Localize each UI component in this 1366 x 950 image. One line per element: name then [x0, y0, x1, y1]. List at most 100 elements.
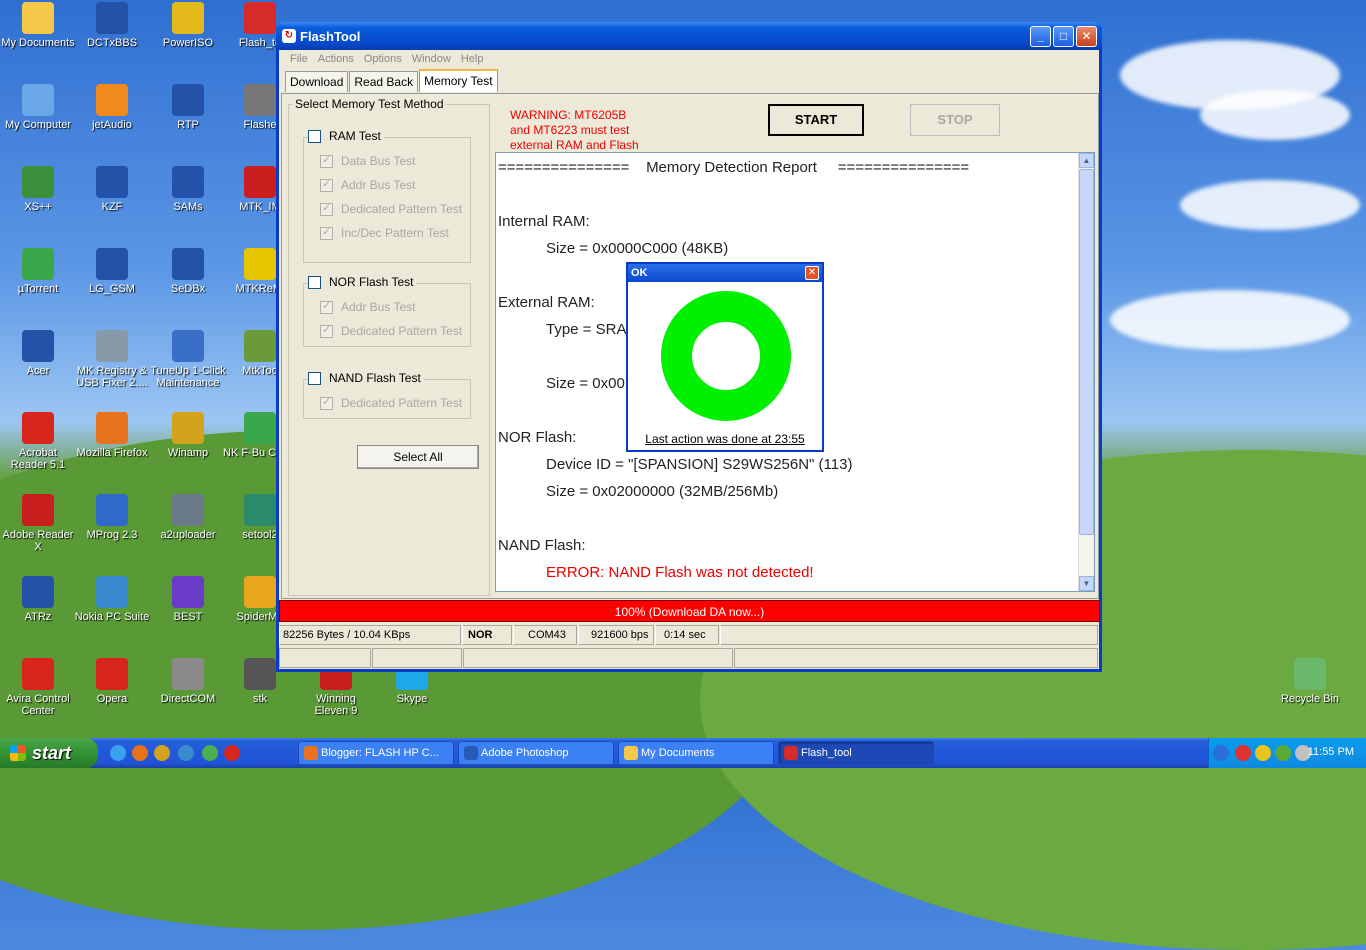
desktop-icon[interactable]: Adobe Reader X	[0, 494, 76, 553]
desktop-icon[interactable]: Acrobat Reader 5.1	[0, 412, 76, 471]
desktop-icon-label: Mozilla Firefox	[76, 447, 148, 459]
desktop-icon[interactable]: Acer	[0, 330, 76, 377]
close-button[interactable]: ✕	[1076, 26, 1097, 47]
scroll-down-arrow-icon[interactable]: ▼	[1079, 576, 1094, 591]
desktop-icon-label: stk	[252, 693, 268, 705]
firefox-quicklaunch-icon[interactable]	[132, 745, 148, 761]
tray-network-icon[interactable]	[1255, 745, 1271, 761]
start-button-taskbar[interactable]: start	[0, 738, 98, 768]
dialog-titlebar[interactable]: OK ✕	[628, 264, 822, 282]
menu-bar: File Actions Options Window Help	[279, 50, 1099, 68]
menu-actions[interactable]: Actions	[313, 50, 359, 68]
report-scrollbar[interactable]: ▲ ▼	[1078, 153, 1094, 591]
status-bar: 82256 Bytes / 10.04 KBps NOR COM43 92160…	[279, 625, 1100, 647]
menu-window[interactable]: Window	[407, 50, 456, 68]
warning-text: WARNING: MT6205B and MT6223 must test ex…	[510, 108, 639, 153]
desktop-icon-label: PowerISO	[162, 37, 214, 49]
desktop-icon[interactable]: My Computer	[0, 84, 76, 131]
task-app-icon	[464, 746, 478, 760]
chrome-quicklaunch-icon[interactable]	[202, 745, 218, 761]
desktop-icon[interactable]: Winamp	[150, 412, 226, 459]
desktop-icon[interactable]: XS++	[0, 166, 76, 213]
tray-security-icon[interactable]	[1235, 745, 1251, 761]
desktop-icon[interactable]: TuneUp 1-Click Maintenance	[150, 330, 226, 389]
desktop-icon[interactable]: LG_GSM	[74, 248, 150, 295]
taskbar-task-button[interactable]: My Documents	[618, 741, 774, 765]
menu-help[interactable]: Help	[456, 50, 489, 68]
nor-dedicated-pattern-test-option: Dedicated Pattern Test	[320, 323, 462, 338]
dedicated-pattern-test-label: Dedicated Pattern Test	[341, 202, 463, 216]
ie-quicklaunch-icon[interactable]	[110, 745, 126, 761]
desktop-icon[interactable]: KZF	[74, 166, 150, 213]
desktop-icon[interactable]: ATRz	[0, 576, 76, 623]
desktop-icon[interactable]: DirectCOM	[150, 658, 226, 705]
desktop-icon[interactable]: MK Registry & USB Fixer 2....	[74, 330, 150, 389]
menu-file[interactable]: File	[285, 50, 313, 68]
status-extra	[720, 625, 1098, 645]
tab-download[interactable]: Download	[285, 71, 349, 92]
ram-test-checkbox-row[interactable]: RAM Test	[308, 129, 384, 143]
desktop-icon[interactable]: Nokia PC Suite	[74, 576, 150, 623]
tray-arrow-icon[interactable]	[1213, 745, 1229, 761]
window-titlebar[interactable]: ↻ FlashTool _ □ ✕	[276, 22, 1102, 50]
desktop-icon-label: Recycle Bin	[1280, 693, 1340, 705]
desktop-icon[interactable]: Opera	[74, 658, 150, 705]
taskbar-task-button[interactable]: Blogger: FLASH HP C...	[298, 741, 454, 765]
winamp-quicklaunch-icon[interactable]	[154, 745, 170, 761]
windows-flag-icon	[10, 745, 26, 761]
desktop-icon[interactable]: My Documents	[0, 2, 76, 49]
desktop-icon[interactable]: BEST	[150, 576, 226, 623]
dialog-close-button[interactable]: ✕	[805, 266, 819, 280]
desktop-icon[interactable]: DCTxBBS	[74, 2, 150, 49]
start-button[interactable]: START	[768, 104, 864, 136]
desktop-icon[interactable]: PowerISO	[150, 2, 226, 49]
status2-cell-2	[372, 648, 462, 668]
taskbar-task-button[interactable]: Adobe Photoshop	[458, 741, 614, 765]
select-all-button[interactable]: Select All	[357, 445, 479, 469]
desktop-icon-label: KZF	[101, 201, 123, 213]
dialog-message: Last action was done at 23:55	[645, 432, 805, 446]
desktop-app-icon	[172, 576, 204, 608]
desktop-app-icon	[22, 84, 54, 116]
task-label: My Documents	[641, 747, 715, 759]
desktop-icon[interactable]: Recycle Bin	[1272, 658, 1348, 705]
nand-flash-test-checkbox-row[interactable]: NAND Flash Test	[308, 371, 424, 385]
desktop-app-icon	[244, 248, 276, 280]
report-header: =============== Memory Detection Report …	[498, 159, 970, 176]
desktop-icon[interactable]: µTorrent	[0, 248, 76, 295]
minimize-button[interactable]: _	[1030, 26, 1051, 47]
nor-flash-test-group: NOR Flash Test Addr Bus Test Dedicated P…	[303, 275, 471, 347]
maximize-button[interactable]: □	[1053, 26, 1074, 47]
nand-dedicated-pattern-test-label: Dedicated Pattern Test	[341, 396, 463, 410]
addr-bus-test-checkbox	[320, 177, 333, 192]
desktop-app-icon	[22, 330, 54, 362]
tab-memory-test[interactable]: Memory Test	[419, 69, 498, 92]
desktop-icon[interactable]: Mozilla Firefox	[74, 412, 150, 459]
nor-flash-test-checkbox[interactable]	[308, 275, 321, 289]
nor-flash-test-checkbox-row[interactable]: NOR Flash Test	[308, 275, 417, 289]
folder-quicklaunch-icon[interactable]	[178, 745, 194, 761]
desktop-icon[interactable]: RTP	[150, 84, 226, 131]
desktop-icon[interactable]: SeDBx	[150, 248, 226, 295]
desktop-app-icon	[244, 576, 276, 608]
desktop-icon[interactable]: a2uploader	[150, 494, 226, 541]
nand-flash-test-checkbox[interactable]	[308, 371, 321, 385]
desktop-icon[interactable]: SAMs	[150, 166, 226, 213]
desktop-icon[interactable]: jetAudio	[74, 84, 150, 131]
tab-read-back[interactable]: Read Back	[349, 71, 419, 92]
scroll-up-arrow-icon[interactable]: ▲	[1079, 153, 1094, 168]
ram-test-checkbox[interactable]	[308, 129, 321, 143]
data-bus-test-option: Data Bus Test	[320, 153, 415, 168]
desktop-icon[interactable]: Avira Control Center	[0, 658, 76, 717]
ok-dialog: OK ✕ Last action was done at 23:55	[626, 262, 824, 452]
report-external-ram: External RAM:	[498, 294, 595, 311]
taskbar-task-button[interactable]: Flash_tool	[778, 741, 934, 765]
desktop-app-icon	[22, 2, 54, 34]
desktop-icon[interactable]: MProg 2.3	[74, 494, 150, 541]
taskbar: start Blogger: FLASH HP C... Adobe Photos…	[0, 738, 1366, 768]
status-port: COM43	[513, 625, 577, 645]
opera-quicklaunch-icon[interactable]	[224, 745, 240, 761]
menu-options[interactable]: Options	[359, 50, 407, 68]
tray-globe-icon[interactable]	[1275, 745, 1291, 761]
scroll-thumb[interactable]	[1079, 169, 1094, 535]
